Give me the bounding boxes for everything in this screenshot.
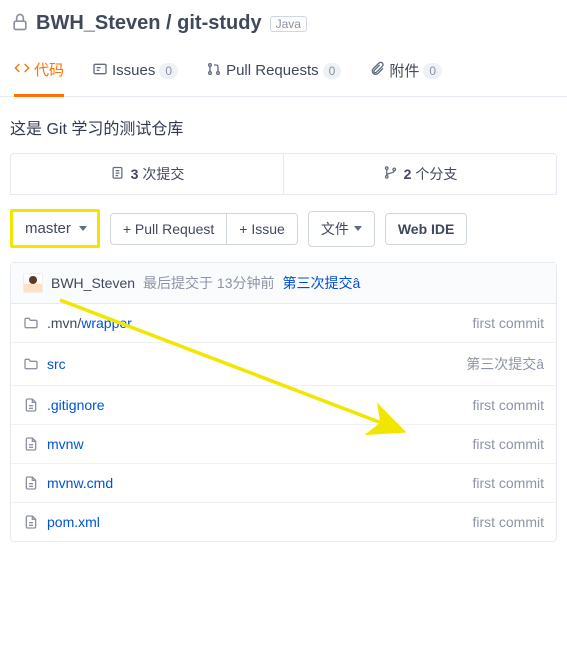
file-name[interactable]: pom.xml: [47, 514, 100, 530]
nav-tabs: 代码 Issues 0 Pull Requests 0 附件 0: [0, 39, 567, 97]
commits-icon: [110, 165, 125, 183]
file-name[interactable]: src: [47, 356, 66, 372]
file-commit-msg: first commit: [472, 514, 544, 530]
file-icon: [23, 436, 41, 452]
file-name[interactable]: .mvn/wrapper: [47, 315, 132, 331]
file-icon: [23, 475, 41, 491]
file-row[interactable]: .mvn/wrapper first commit: [11, 304, 556, 342]
language-tag: Java: [270, 16, 307, 32]
commits-stat[interactable]: 3 次提交: [11, 154, 283, 194]
branch-icon: [383, 165, 398, 183]
files-dropdown[interactable]: 文件: [308, 211, 375, 247]
repo-description: 这是 Git 学习的测试仓库: [0, 97, 567, 153]
file-name[interactable]: mvnw: [47, 436, 84, 452]
commit-author[interactable]: BWH_Steven: [51, 275, 135, 291]
branch-selector[interactable]: master: [10, 209, 100, 248]
file-row[interactable]: pom.xml first commit: [11, 502, 556, 541]
web-ide-button[interactable]: Web IDE: [385, 213, 468, 245]
caret-down-icon: [79, 226, 87, 231]
repo-owner[interactable]: BWH_Steven: [36, 12, 160, 34]
file-commit-msg: 第三次提交â: [466, 354, 544, 374]
pull-request-icon: [206, 61, 222, 81]
file-row[interactable]: mvnw first commit: [11, 424, 556, 463]
attach-count: 0: [423, 63, 442, 79]
file-list: .mvn/wrapper first commit src 第三次提交â .gitign…: [11, 304, 556, 541]
tab-issues[interactable]: Issues 0: [92, 55, 178, 95]
file-commit-msg: first commit: [472, 397, 544, 413]
tab-attachments[interactable]: 附件 0: [369, 54, 442, 95]
branches-stat[interactable]: 2 个分支: [283, 154, 556, 194]
file-panel: BWH_Steven 最后提交于 13分钟前 第三次提交â .mvn/wrapp…: [10, 262, 557, 542]
attachment-icon: [369, 61, 385, 81]
commit-time: 最后提交于 13分钟前: [143, 273, 274, 293]
stats-bar: 3 次提交 2 个分支: [10, 153, 557, 195]
pr-count: 0: [323, 63, 342, 79]
file-row[interactable]: .gitignore first commit: [11, 385, 556, 424]
new-issue-button[interactable]: + Issue: [226, 213, 298, 245]
folder-icon: [23, 315, 41, 331]
avatar[interactable]: [23, 273, 43, 293]
repo-title[interactable]: BWH_Steven / git-study: [36, 12, 262, 35]
file-commit-msg: first commit: [472, 475, 544, 491]
file-row[interactable]: src 第三次提交â: [11, 342, 556, 385]
file-name[interactable]: .gitignore: [47, 397, 105, 413]
folder-icon: [23, 356, 41, 372]
file-row[interactable]: mvnw.cmd first commit: [11, 463, 556, 502]
file-name[interactable]: mvnw.cmd: [47, 475, 113, 491]
create-group: + Pull Request + Issue: [110, 213, 298, 245]
new-pull-request-button[interactable]: + Pull Request: [110, 213, 227, 245]
repo-header: BWH_Steven / git-study Java: [0, 0, 567, 39]
lock-icon: [10, 12, 30, 35]
tab-code[interactable]: 代码: [14, 53, 64, 97]
file-commit-msg: first commit: [472, 315, 544, 331]
latest-commit-row: BWH_Steven 最后提交于 13分钟前 第三次提交â: [11, 263, 556, 304]
caret-down-icon: [354, 226, 362, 231]
file-icon: [23, 397, 41, 413]
file-icon: [23, 514, 41, 530]
commit-message-link[interactable]: 第三次提交â: [283, 273, 361, 293]
issues-icon: [92, 61, 108, 81]
tab-pull-requests[interactable]: Pull Requests 0: [206, 55, 341, 95]
issues-count: 0: [159, 63, 178, 79]
repo-name[interactable]: git-study: [177, 12, 261, 34]
action-bar: master + Pull Request + Issue 文件 Web IDE: [0, 195, 567, 262]
file-commit-msg: first commit: [472, 436, 544, 452]
code-icon: [14, 60, 30, 80]
